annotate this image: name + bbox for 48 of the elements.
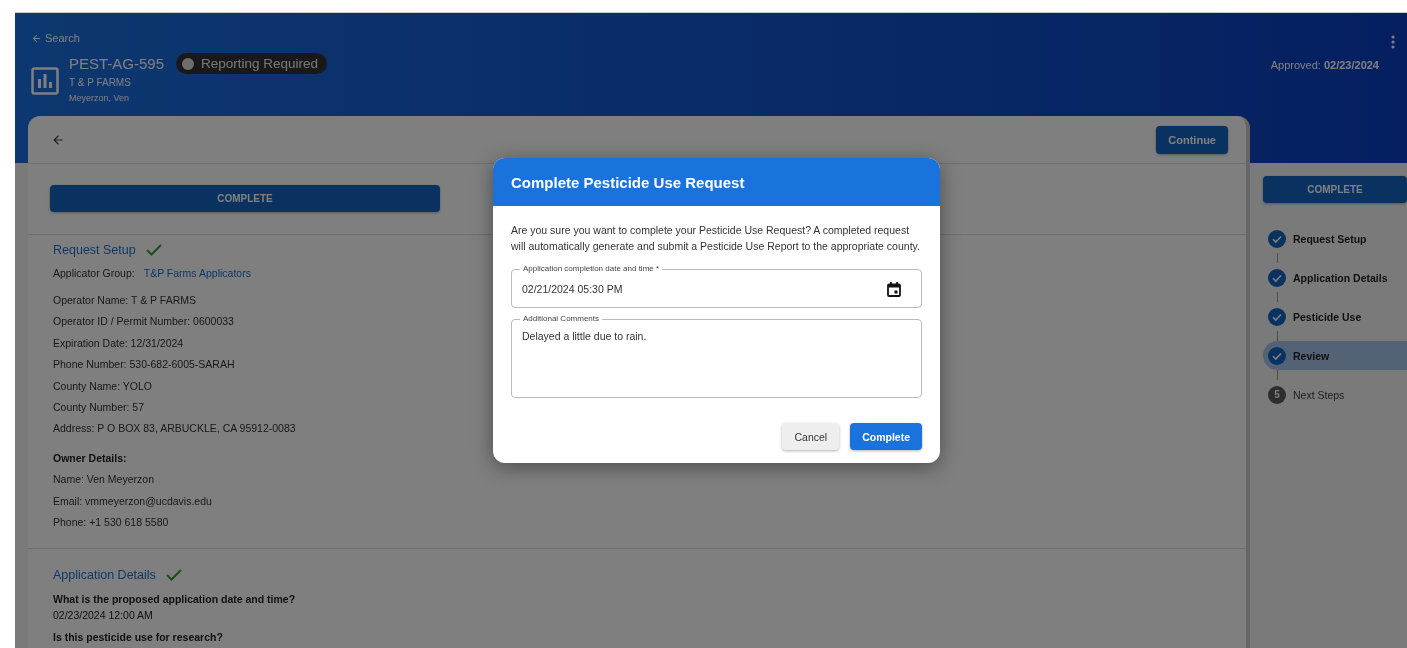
- detail-text: Address: P O BOX 83, ARBUCKLE, CA 95912-0083: [53, 422, 296, 435]
- bar-chart-icon: [31, 67, 59, 95]
- stepper-item[interactable]: Request Setup: [1263, 224, 1407, 253]
- check-circle-icon: [1268, 346, 1286, 365]
- field-label: Applicator Group:: [53, 267, 135, 279]
- complete-button[interactable]: Complete: [850, 423, 922, 450]
- check-circle-icon: [1268, 229, 1286, 248]
- answer-text: 02/23/2024 12:00 AM: [53, 609, 154, 622]
- detail-text: Phone: +1 530 618 5580: [53, 516, 169, 529]
- continue-button[interactable]: Continue: [1156, 125, 1228, 154]
- more-menu-icon[interactable]: [1391, 35, 1395, 49]
- detail-text: County Name: YOLO: [53, 379, 153, 392]
- owner-heading: Owner Details:: [53, 452, 128, 465]
- complete-button[interactable]: COMPLETE: [50, 185, 440, 212]
- dialog-title: Complete Pesticide Use Request: [511, 173, 745, 191]
- calendar-icon[interactable]: [887, 281, 901, 297]
- approved-label: Approved:: [1270, 59, 1321, 71]
- detail-text: Expiration Date: 12/31/2024: [53, 336, 184, 349]
- applicator-group-link[interactable]: T&P Farms Applicators: [143, 267, 251, 279]
- status-chip: Reporting Required: [176, 53, 328, 74]
- record-id: PEST-AG-595: [69, 55, 165, 72]
- search-back-link[interactable]: Search: [31, 32, 80, 44]
- detail-text: Operator ID / Permit Number: 0600033: [53, 315, 234, 328]
- cancel-button[interactable]: Cancel: [782, 423, 840, 450]
- stepper-item[interactable]: Review: [1263, 341, 1407, 370]
- section-title: Application Details: [53, 568, 156, 583]
- back-arrow-icon: [31, 32, 42, 44]
- dialog-message: Are you sure you want to complete your Pesticide Use Request? A completed request will automatically generate and submit a Pesticide Use Report to the appropriate county.: [511, 223, 921, 254]
- farm-name: T & P FARMS: [69, 77, 131, 88]
- detail-text: County Number: 57: [53, 400, 145, 413]
- detail-text: Name: Ven Meyerzon: [53, 473, 154, 486]
- stepper-item[interactable]: 5 Next Steps: [1263, 380, 1407, 409]
- owner-name: Meyerzon, Ven: [69, 93, 130, 103]
- question-text: What is the proposed application date and time?: [53, 593, 297, 606]
- date-time-field[interactable]: Application completion date and time * 02/21/2024 05:30 PM: [511, 264, 922, 308]
- check-circle-icon: [1268, 268, 1286, 287]
- detail-text: Operator Name: T & P FARMS: [53, 294, 196, 306]
- stepper-item[interactable]: Pesticide Use: [1263, 302, 1407, 331]
- question-text: Is this pesticide use for research?: [53, 631, 224, 644]
- comments-field[interactable]: Additional Comments Delayed a little due to rain.: [511, 314, 922, 398]
- detail-text: Phone Number: 530-682-6005-SARAH: [53, 358, 235, 371]
- section-title: Request Setup: [53, 243, 136, 257]
- approved-date: 02/23/2024: [1323, 59, 1379, 71]
- complete-button[interactable]: COMPLETE: [1263, 176, 1407, 203]
- stepper-item[interactable]: Application Details: [1263, 263, 1407, 292]
- check-circle-icon: [1268, 307, 1286, 326]
- detail-text: Email: vmmeyerzon@ucdavis.edu: [53, 494, 212, 507]
- step-number: 5: [1268, 385, 1286, 404]
